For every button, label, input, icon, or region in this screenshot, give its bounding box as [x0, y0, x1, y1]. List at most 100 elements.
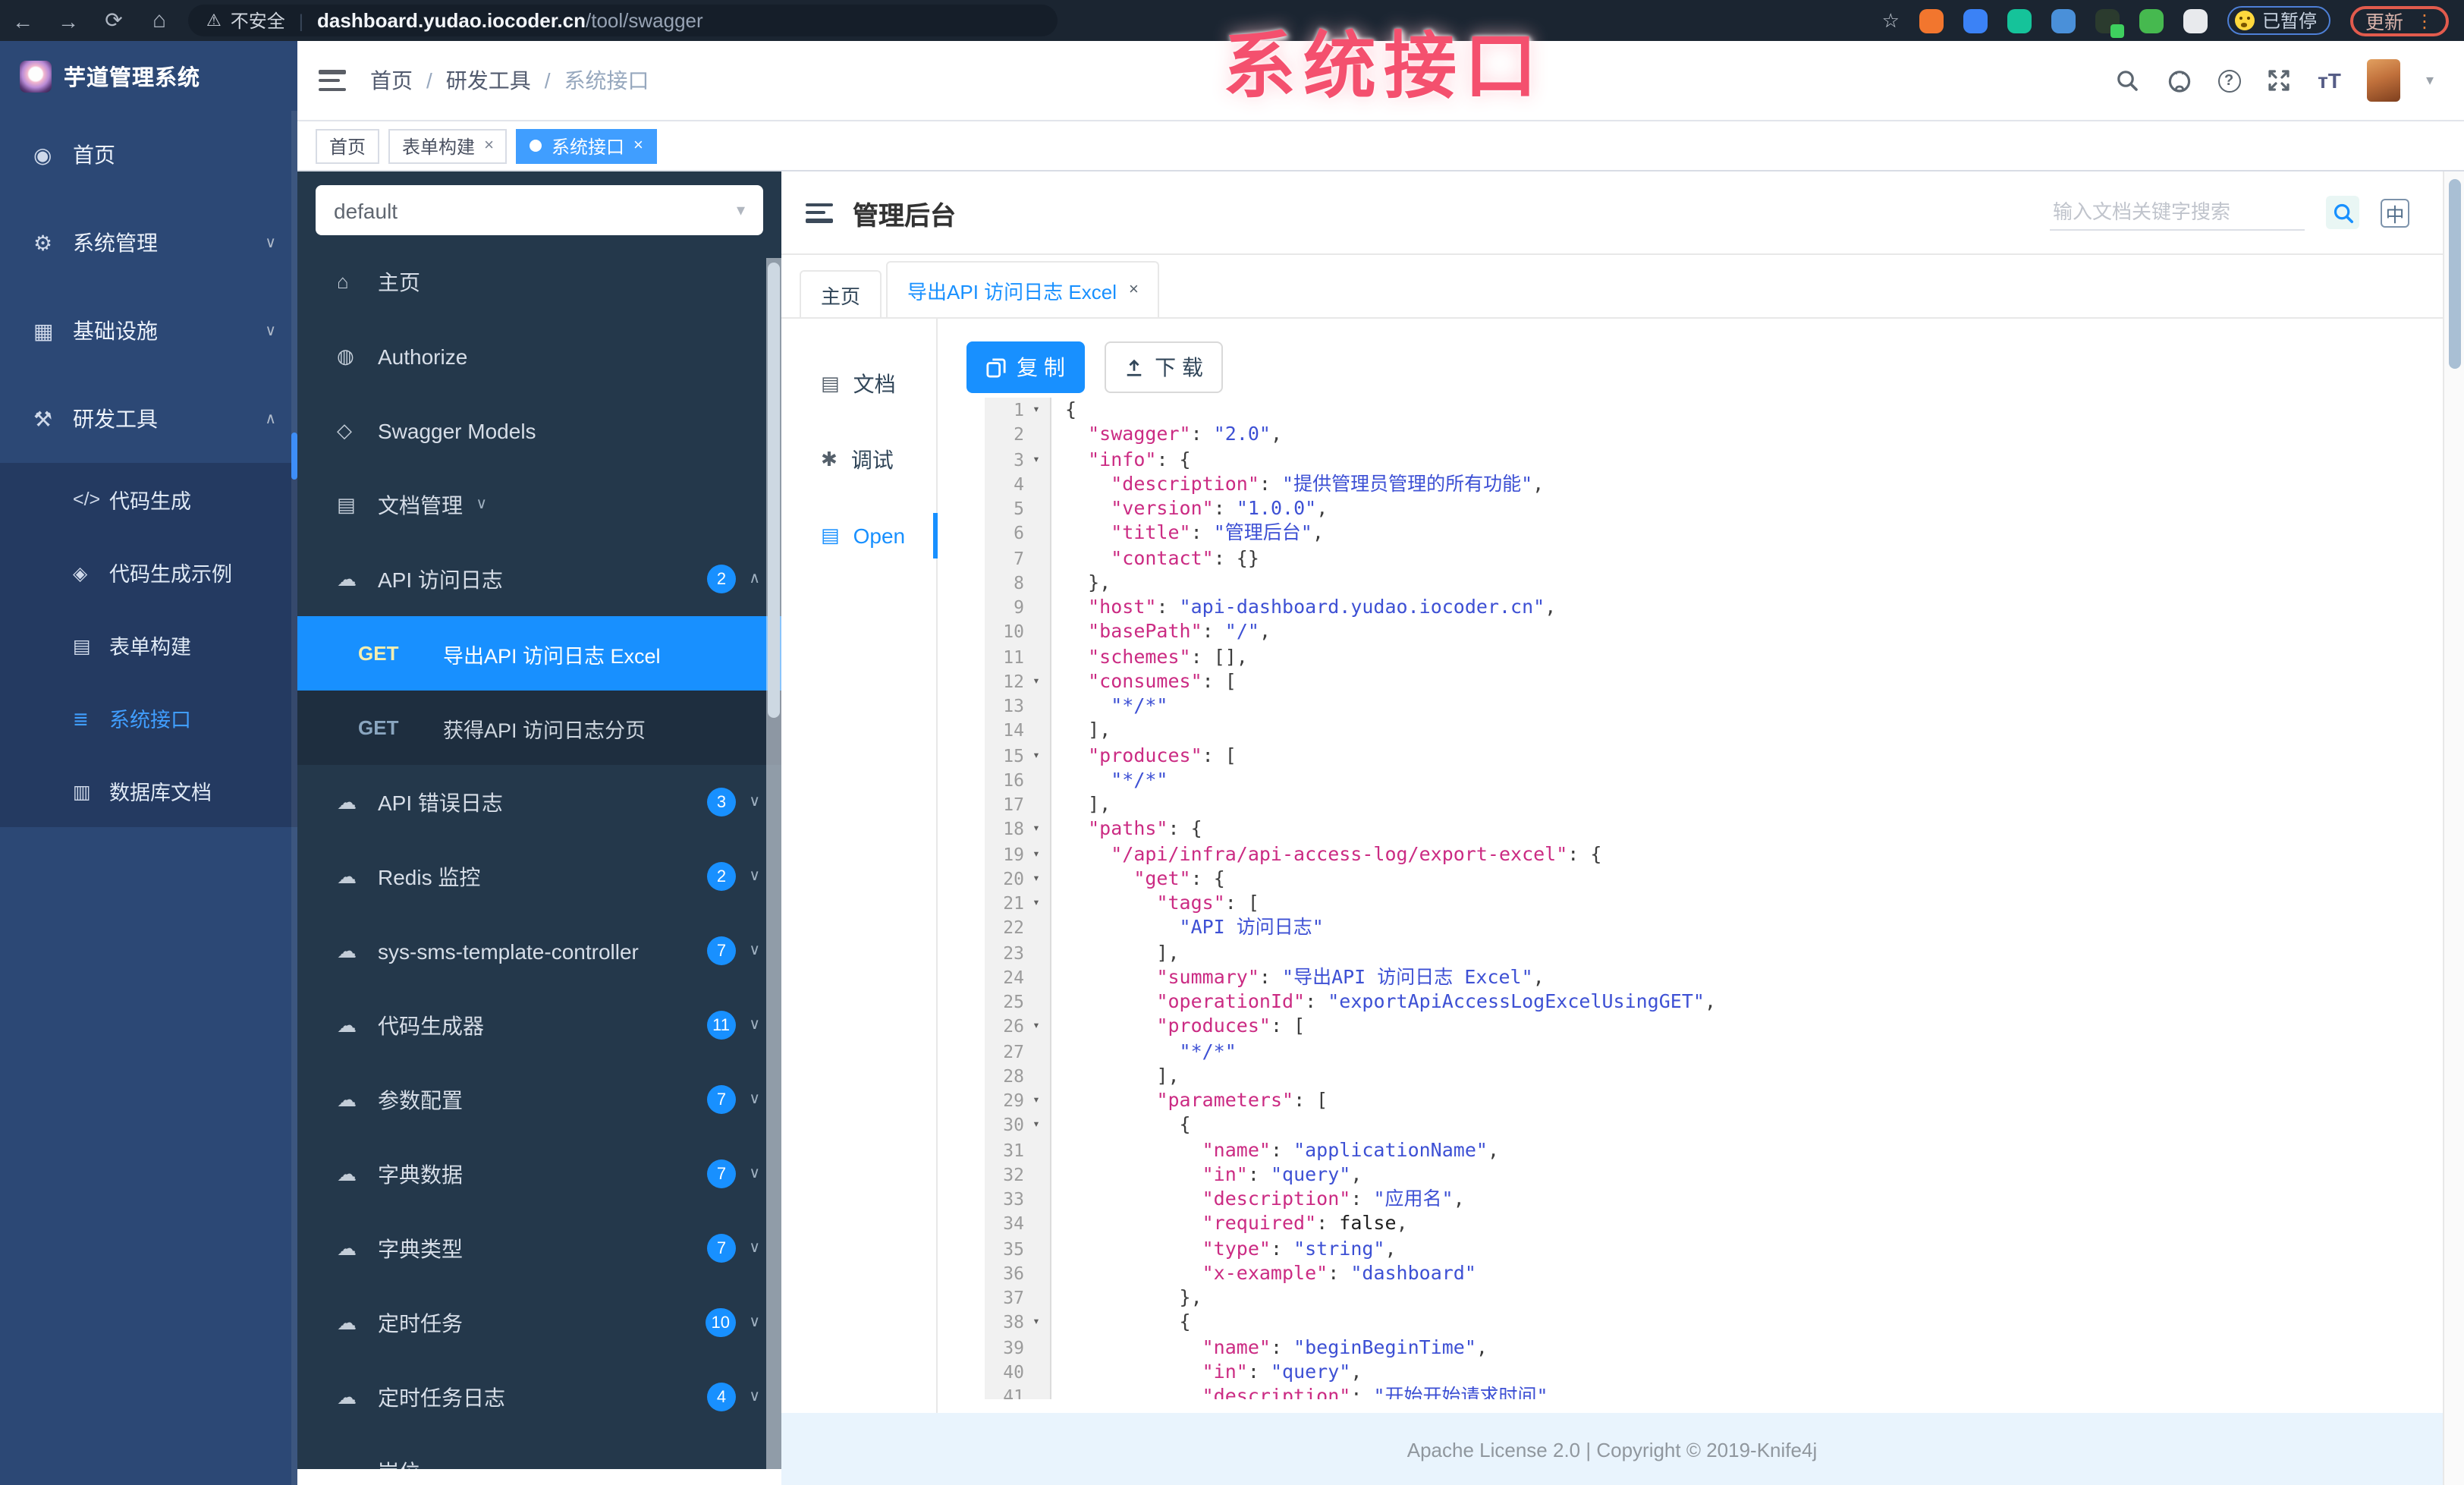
swagger-menu-item[interactable]: ◇ Swagger Models: [297, 393, 781, 467]
doc-side-tab[interactable]: ▤ Open: [781, 498, 938, 574]
fold-icon[interactable]: ▾: [1024, 867, 1048, 892]
swagger-scrollbar-thumb[interactable]: [768, 263, 780, 718]
sidebar-subitem[interactable]: ◈ 代码生成示例: [0, 536, 297, 609]
extension-icon-4[interactable]: [2051, 8, 2076, 33]
sidebar-subitem[interactable]: ▤ 表单构建: [0, 609, 297, 681]
api-group-select[interactable]: default ▾: [316, 185, 763, 235]
avatar-caret-icon[interactable]: ▾: [2426, 72, 2434, 89]
sidebar-item[interactable]: ⚙ 系统管理 ∨: [0, 199, 297, 287]
swagger-menu-item[interactable]: ☁ 定时任务 10 ∨: [297, 1285, 781, 1360]
sidebar-subitem[interactable]: ▥ 数据库文档: [0, 754, 297, 827]
sidebar-subitem[interactable]: ≣ 系统接口: [0, 681, 297, 754]
user-avatar[interactable]: [2366, 59, 2400, 102]
sidebar-scrollbar-thumb[interactable]: [291, 433, 297, 480]
sidebar-scrollbar[interactable]: [291, 111, 297, 1485]
doc-tab[interactable]: 导出API 访问日志 Excel ×: [886, 261, 1160, 317]
breadcrumb-item[interactable]: 研发工具: [446, 65, 531, 96]
browser-menu-icon[interactable]: ⋮: [2415, 10, 2434, 31]
download-button[interactable]: 下 载: [1105, 341, 1223, 393]
code-editor[interactable]: 1 ▾{2 "swagger": "2.0", 3 ▾ "info": {4 "des…: [985, 398, 2443, 1399]
reload-icon[interactable]: ⟳: [91, 8, 137, 33]
tag-close-icon[interactable]: ×: [633, 137, 643, 155]
back-icon[interactable]: ←: [0, 8, 46, 33]
swagger-menu-item[interactable]: ▤ 文档管理 ∨: [297, 467, 781, 542]
extension-icon-3[interactable]: [2007, 8, 2032, 33]
sidebar-item[interactable]: ◉ 首页: [0, 111, 297, 199]
help-icon[interactable]: ?: [2217, 69, 2241, 92]
font-size-icon[interactable]: тT: [2318, 68, 2341, 93]
github-icon[interactable]: [2166, 68, 2192, 93]
swagger-menu-item[interactable]: ◍ Authorize: [297, 319, 781, 393]
address-bar[interactable]: ⚠ 不安全 | dashboard.yudao.iocoder.cn/tool/…: [188, 5, 1058, 36]
collapse-menu-icon[interactable]: [806, 203, 833, 222]
line-number: 4: [1014, 473, 1024, 495]
tag-view[interactable]: 系统接口 ×: [516, 128, 657, 163]
breadcrumb-item[interactable]: 首页: [370, 65, 413, 96]
forward-icon[interactable]: →: [46, 8, 91, 33]
sidebar-item-label: 研发工具: [73, 407, 158, 431]
tag-view[interactable]: 表单构建 ×: [388, 128, 508, 163]
fold-icon[interactable]: ▾: [1024, 743, 1048, 768]
extension-icon-6[interactable]: [2139, 8, 2164, 33]
line-number: 1: [1014, 399, 1024, 420]
bookmark-star-icon[interactable]: ☆: [1882, 8, 1900, 33]
swagger-menu-item[interactable]: ☁ Redis 监控 2 ∨: [297, 839, 781, 914]
swagger-menu-item[interactable]: ☁ API 访问日志 2 ∧: [297, 542, 781, 616]
fold-icon[interactable]: ▾: [1024, 447, 1048, 472]
fold-icon[interactable]: ▾: [1024, 1310, 1048, 1336]
url-host[interactable]: dashboard.yudao.iocoder.cn: [317, 9, 586, 32]
security-label[interactable]: 不安全: [231, 8, 285, 33]
fold-icon[interactable]: ▾: [1024, 1113, 1048, 1138]
doc-search-icon[interactable]: [2326, 196, 2359, 229]
extension-icon-5[interactable]: [2095, 8, 2124, 37]
swagger-menu-item[interactable]: ☁ 字典类型 7 ∨: [297, 1211, 781, 1285]
sidebar-subitem[interactable]: </> 代码生成: [0, 463, 297, 536]
swagger-menu-item[interactable]: ⌂ 主页: [297, 244, 781, 319]
sidebar-item[interactable]: ▦ 基础设施 ∨: [0, 287, 297, 375]
swagger-menu-item[interactable]: ☁ API 错误日志 3 ∨: [297, 765, 781, 839]
doc-search-input[interactable]: [2050, 194, 2305, 231]
doc-tab-close-icon[interactable]: ×: [1129, 281, 1139, 299]
fold-icon[interactable]: ▾: [1024, 842, 1048, 867]
paused-badge[interactable]: 已暂停: [2227, 6, 2330, 35]
api-operation-item[interactable]: GET 获得API 访问日志分页: [297, 691, 781, 765]
hamburger-icon[interactable]: [319, 70, 346, 91]
fold-icon[interactable]: ▾: [1024, 1015, 1048, 1040]
swagger-menu-item[interactable]: ☁ 字典数据 7 ∨: [297, 1137, 781, 1211]
extension-icon-2[interactable]: [1963, 8, 1988, 33]
tag-close-icon[interactable]: ×: [484, 137, 494, 155]
api-icon: ≣: [73, 708, 89, 729]
swagger-menu-item[interactable]: ☁岗位: [297, 1434, 781, 1469]
code-line: 15 ▾ "produces": [: [985, 743, 2443, 768]
doc-side-tab[interactable]: ▤ 文档: [781, 346, 936, 422]
fold-icon[interactable]: ▾: [1024, 1088, 1048, 1113]
url-path[interactable]: /tool/swagger: [586, 9, 703, 32]
breadcrumb-item[interactable]: 系统接口: [564, 65, 649, 96]
sidebar-item[interactable]: ⚒ 研发工具 ∧: [0, 375, 297, 463]
fullscreen-icon[interactable]: [2266, 68, 2292, 93]
fold-icon[interactable]: ▾: [1024, 817, 1048, 842]
doc-tab[interactable]: 主页: [800, 270, 882, 317]
fold-icon[interactable]: ▾: [1024, 891, 1048, 916]
swagger-menu-item[interactable]: ☁ 定时任务日志 4 ∨: [297, 1360, 781, 1434]
update-button[interactable]: 更新 ⋮: [2349, 5, 2449, 36]
swagger-menu-item[interactable]: ☁ 参数配置 7 ∨: [297, 1062, 781, 1137]
fold-icon[interactable]: ▾: [1024, 398, 1048, 423]
copy-button[interactable]: 复 制: [966, 341, 1085, 393]
code-content: "in": "query",: [1051, 1163, 1362, 1188]
language-toggle[interactable]: 中: [2381, 198, 2409, 227]
fold-icon[interactable]: ▾: [1024, 669, 1048, 694]
doc-side-tab[interactable]: ✱ 调试: [781, 422, 936, 498]
page-scrollbar-thumb[interactable]: [2448, 179, 2460, 369]
swagger-menu-item[interactable]: ☁ sys-sms-template-controller 7 ∨: [297, 914, 781, 988]
doc-side-tabs: ▤ 文档 ✱ 调试 ▤ Open: [781, 319, 938, 1485]
swagger-menu-item[interactable]: ☁ 代码生成器 11 ∨: [297, 988, 781, 1062]
search-icon[interactable]: [2114, 68, 2140, 93]
extension-icon-7[interactable]: [2183, 8, 2208, 33]
api-operation-item[interactable]: GET 导出API 访问日志 Excel: [297, 616, 781, 691]
home-icon[interactable]: ⌂: [137, 8, 182, 33]
extension-icon-1[interactable]: [1919, 8, 1944, 33]
app-logo-row[interactable]: 芋道管理系统: [0, 41, 297, 111]
page-scrollbar[interactable]: [2443, 171, 2464, 1485]
tag-view[interactable]: 首页: [316, 128, 380, 163]
